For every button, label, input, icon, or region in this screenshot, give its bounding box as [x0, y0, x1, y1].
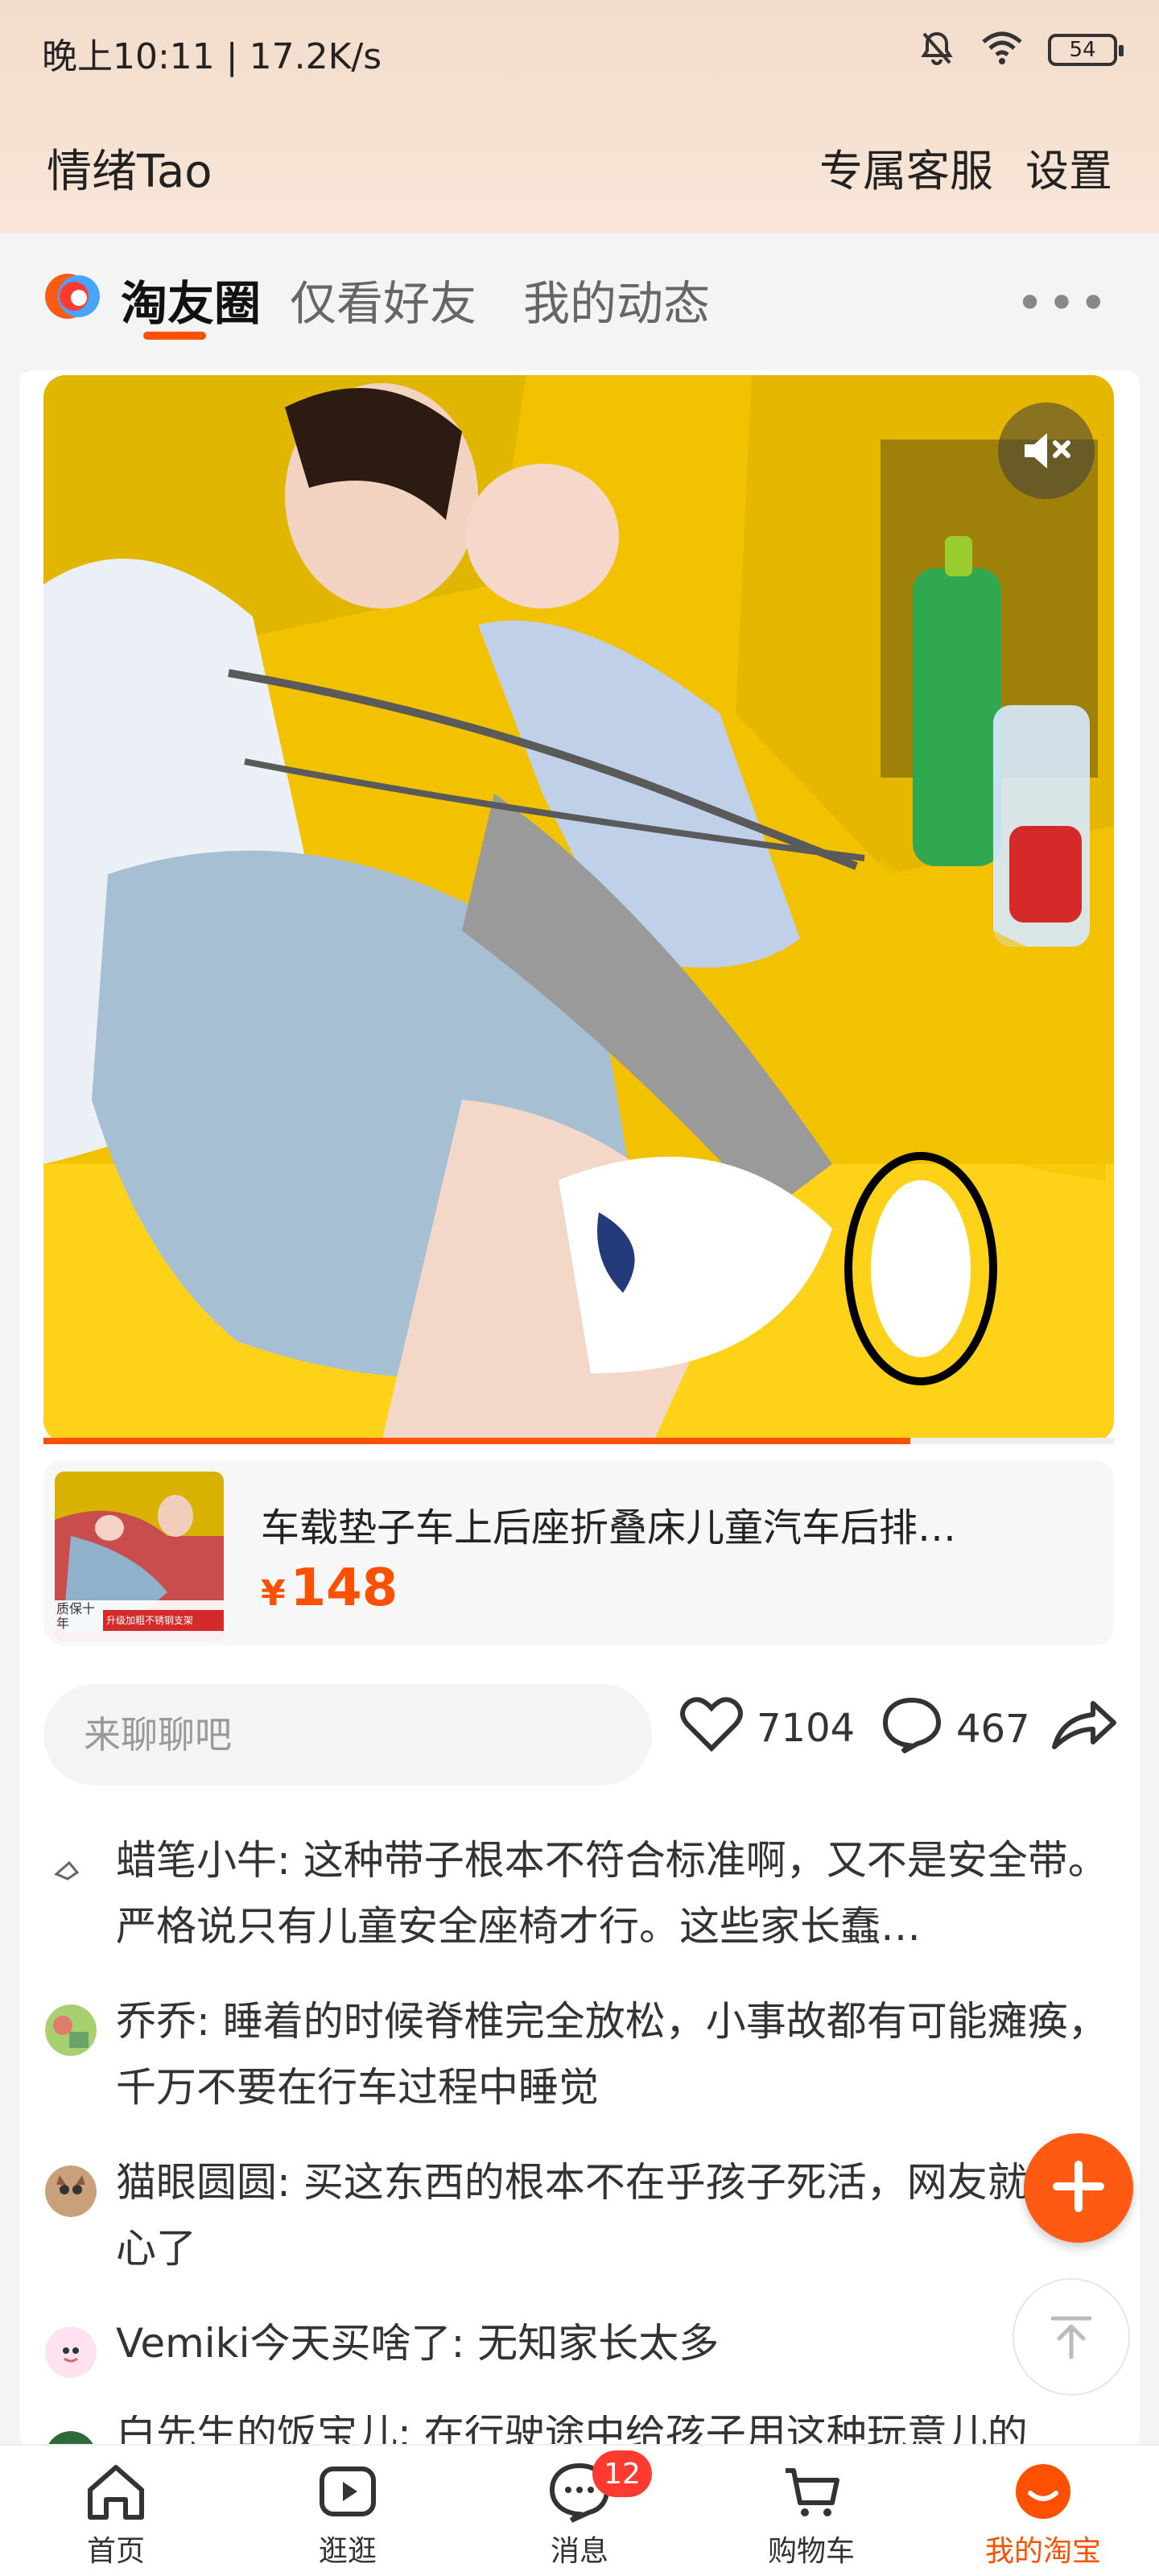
- home-icon: [82, 2455, 150, 2528]
- user-avatar: [45, 2326, 97, 2378]
- taobao-smile-icon: [1009, 2455, 1077, 2528]
- unread-badge: 12: [592, 2450, 652, 2497]
- arrow-up-icon: [1043, 2307, 1099, 2367]
- comment-body: 睡着的时候脊椎完全放松，小事故都有可能瘫痪，千万不要在行车过程中睡觉: [116, 1998, 1108, 2111]
- video-progress-fill: [43, 1438, 911, 1444]
- nav-explore[interactable]: 逛逛: [232, 2446, 464, 2576]
- settings-link[interactable]: 设置: [1025, 135, 1112, 199]
- speaker-muted-icon: [1018, 427, 1074, 475]
- colon: :: [398, 2415, 424, 2444]
- share-arrow-icon: [1050, 1701, 1117, 1758]
- thumb-caption-upgrade: 升级加粗不锈钢支架: [106, 1615, 194, 1626]
- comment-item[interactable]: Vemiki今天买啥了: 无知家长太多: [45, 2310, 1124, 2378]
- nav-label: 消息: [550, 2535, 608, 2568]
- heart-icon: [679, 1695, 744, 1761]
- comment-item-partial[interactable]: 白先生的饭宝儿: 在行驶途中给孩子用这种玩意儿的: [45, 2415, 1124, 2444]
- bottom-nav: 首页 逛逛 12 消息 购物车 我的淘宝: [0, 2444, 1159, 2576]
- page-title: 情绪Tao: [47, 146, 212, 198]
- tab-my-activity[interactable]: 我的动态: [523, 266, 710, 333]
- comment-item[interactable]: 乔乔: 睡着的时候脊椎完全放松，小事故都有可能瘫痪，千万不要在行车过程中睡觉: [45, 1988, 1124, 2120]
- video-player[interactable]: [43, 375, 1114, 1443]
- create-post-button[interactable]: [1024, 2133, 1133, 2243]
- wifi-icon: [980, 31, 1024, 69]
- customer-service-link[interactable]: 专属客服: [819, 135, 993, 199]
- currency-symbol: ¥: [261, 1573, 286, 1614]
- comment-text: 白先生的饭宝儿: 在行驶途中给孩子用这种玩意儿的: [116, 2415, 1124, 2444]
- video-play-icon: [314, 2455, 382, 2528]
- user-avatar: [45, 1843, 97, 1895]
- nav-messages[interactable]: 12 消息: [464, 2446, 695, 2576]
- product-card[interactable]: 质保十年 升级加粗不锈钢支架 车载垫子车上后座折叠床儿童汽车后排… ¥148: [43, 1460, 1114, 1645]
- nav-label: 我的淘宝: [984, 2535, 1101, 2568]
- colon: :: [277, 1837, 303, 1884]
- comment-item[interactable]: 猫眼圆圆: 买这东西的根本不在乎孩子死活，网友就别操心了: [45, 2149, 1124, 2281]
- cart-icon: [777, 2455, 845, 2528]
- post-card: 质保十年 升级加粗不锈钢支架 车载垫子车上后座折叠床儿童汽车后排… ¥148 7…: [19, 370, 1140, 2447]
- colon: :: [277, 2159, 303, 2206]
- mute-toggle-button[interactable]: [998, 402, 1095, 499]
- like-button[interactable]: 7104: [679, 1695, 855, 1761]
- more-dots-icon[interactable]: •••: [1016, 275, 1111, 332]
- product-price: ¥148: [261, 1558, 398, 1618]
- comment-text: 蜡笔小牛: 这种带子根本不符合标准啊，又不是安全带。严格说只有儿童安全座椅才行。…: [116, 1827, 1124, 1959]
- tab-taoyouquan[interactable]: 淘友圈: [121, 266, 261, 333]
- colon: :: [196, 1998, 223, 2045]
- comment-username: 猫眼圆圆: [116, 2159, 277, 2206]
- comment-bubble-icon: [881, 1695, 943, 1763]
- comment-body: 无知家长太多: [477, 2320, 720, 2367]
- nav-label: 购物车: [767, 2535, 855, 2568]
- tab-friends-only[interactable]: 仅看好友: [290, 266, 476, 333]
- like-count: 7104: [757, 1706, 856, 1751]
- tab-bar: 淘友圈 仅看好友 我的动态 •••: [0, 233, 1159, 354]
- taoyouquan-logo-icon: [42, 266, 105, 322]
- battery-icon: 54: [1048, 34, 1124, 66]
- nav-home[interactable]: 首页: [0, 2446, 232, 2576]
- nav-cart[interactable]: 购物车: [695, 2446, 927, 2576]
- header-actions: 专属客服 设置: [819, 135, 1112, 199]
- video-progress-bar[interactable]: [43, 1438, 1114, 1444]
- comment-username: 白先生的饭宝儿: [116, 2415, 398, 2444]
- colon: :: [451, 2320, 478, 2367]
- nav-my-taobao[interactable]: 我的淘宝: [927, 2446, 1159, 2576]
- top-header: 晚上10:11 | 17.2K/s 54 情绪Tao 专属客服 设置: [0, 0, 1159, 233]
- comment-text: 乔乔: 睡着的时候脊椎完全放松，小事故都有可能瘫痪，千万不要在行车过程中睡觉: [116, 1988, 1124, 2120]
- status-time-network: 晚上10:11 | 17.2K/s: [42, 36, 382, 77]
- comment-username: 蜡笔小牛: [116, 1837, 277, 1884]
- plus-icon: [1050, 2158, 1107, 2218]
- comment-item[interactable]: 蜡笔小牛: 这种带子根本不符合标准啊，又不是安全带。严格说只有儿童安全座椅才行。…: [45, 1827, 1124, 1959]
- video-frame: [43, 375, 1114, 1443]
- user-avatar: [45, 2165, 97, 2217]
- status-icons: 54: [918, 29, 1124, 71]
- thumb-caption-warranty: 质保十年: [56, 1601, 96, 1631]
- product-thumbnail: 质保十年 升级加粗不锈钢支架: [55, 1472, 224, 1641]
- product-title: 车载垫子车上后座折叠床儿童汽车后排…: [261, 1505, 957, 1550]
- mute-bell-icon: [918, 29, 956, 71]
- comment-text: 猫眼圆圆: 买这东西的根本不在乎孩子死活，网友就别操心了: [116, 2149, 1124, 2281]
- comment-text: Vemiki今天买啥了: 无知家长太多: [116, 2310, 1124, 2376]
- comment-button[interactable]: 467: [881, 1695, 1030, 1763]
- comment-body: 在行驶途中给孩子用这种玩意儿的: [423, 2415, 1028, 2444]
- user-avatar: [45, 2431, 97, 2444]
- comment-count: 467: [956, 1707, 1030, 1752]
- battery-level: 54: [1069, 38, 1096, 62]
- nav-label: 首页: [86, 2535, 145, 2568]
- price-value: 148: [290, 1558, 398, 1618]
- user-avatar: [45, 2004, 97, 2056]
- nav-label: 逛逛: [318, 2535, 377, 2568]
- back-to-top-button[interactable]: [1013, 2278, 1130, 2396]
- comment-input[interactable]: [43, 1684, 652, 1785]
- comment-username: 乔乔: [116, 1998, 196, 2045]
- share-button[interactable]: [1050, 1699, 1117, 1758]
- active-tab-indicator: [143, 332, 206, 340]
- comment-username: Vemiki今天买啥了: [116, 2320, 452, 2367]
